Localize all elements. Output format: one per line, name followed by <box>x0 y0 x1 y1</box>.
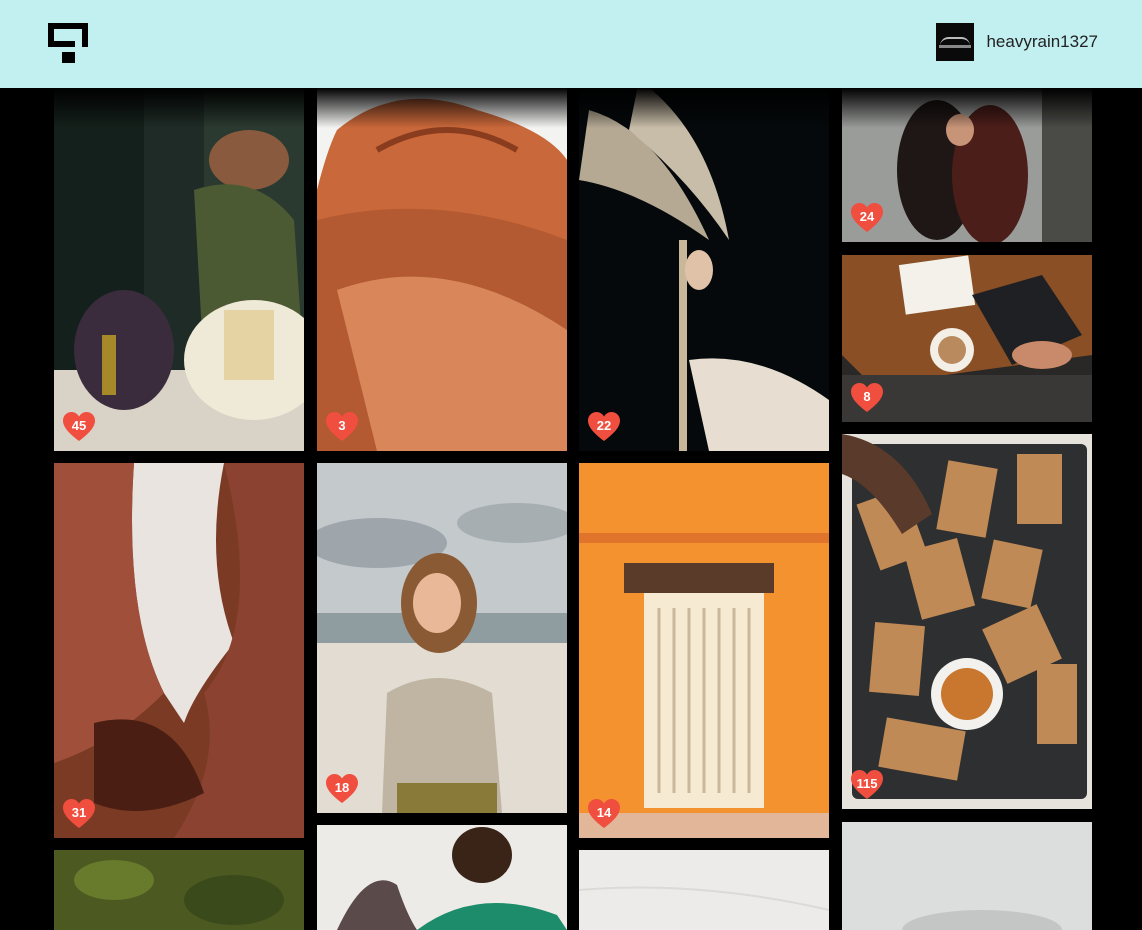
photo-tile-orange-door[interactable]: 14 <box>579 463 829 838</box>
photo-tile-slot-canyon[interactable]: 31 <box>54 463 304 838</box>
photo-tile-pampas-grass[interactable]: 22 <box>579 70 829 451</box>
photo-tile-couple-window[interactable]: 24 <box>842 70 1092 242</box>
like-badge[interactable]: 18 <box>325 773 359 805</box>
like-count: 18 <box>334 780 350 795</box>
avatar[interactable] <box>936 23 975 61</box>
like-count: 45 <box>71 418 87 433</box>
like-count: 31 <box>71 805 87 820</box>
like-badge[interactable]: 14 <box>587 798 621 830</box>
like-count: 22 <box>596 418 612 433</box>
photo-tile-misty-landscape[interactable] <box>842 822 1092 930</box>
photo-tile-coffee-laptop[interactable]: 8 <box>842 255 1092 422</box>
like-badge[interactable]: 45 <box>62 411 96 443</box>
like-count: 14 <box>596 805 612 820</box>
like-count: 8 <box>863 389 871 404</box>
photo-tile-canyon-rock[interactable]: 3 <box>317 70 567 451</box>
like-count: 24 <box>859 209 875 224</box>
like-count: 3 <box>338 418 346 433</box>
top-bar: heavyrain1327 <box>0 0 1142 88</box>
username-label[interactable]: heavyrain1327 <box>986 32 1098 52</box>
like-badge[interactable]: 22 <box>587 411 621 443</box>
like-badge[interactable]: 24 <box>850 202 884 234</box>
like-badge[interactable]: 3 <box>325 411 359 443</box>
app-logo-icon[interactable] <box>48 23 88 63</box>
photo-tile-white-marble[interactable] <box>579 850 829 930</box>
photo-tile-aerial-forest[interactable] <box>54 850 304 930</box>
photo-tile-woman-green-shirt[interactable] <box>317 825 567 930</box>
like-badge[interactable]: 8 <box>850 382 884 414</box>
like-count: 115 <box>856 776 878 791</box>
photo-tile-crackers-tray[interactable]: 115 <box>842 434 1092 809</box>
photo-tile-woman-groceries[interactable]: 45 <box>54 70 304 451</box>
like-badge[interactable]: 115 <box>850 769 884 801</box>
photo-tile-woman-beach[interactable]: 18 <box>317 463 567 813</box>
user-menu[interactable]: heavyrain1327 <box>936 23 1098 61</box>
like-badge[interactable]: 31 <box>62 798 96 830</box>
